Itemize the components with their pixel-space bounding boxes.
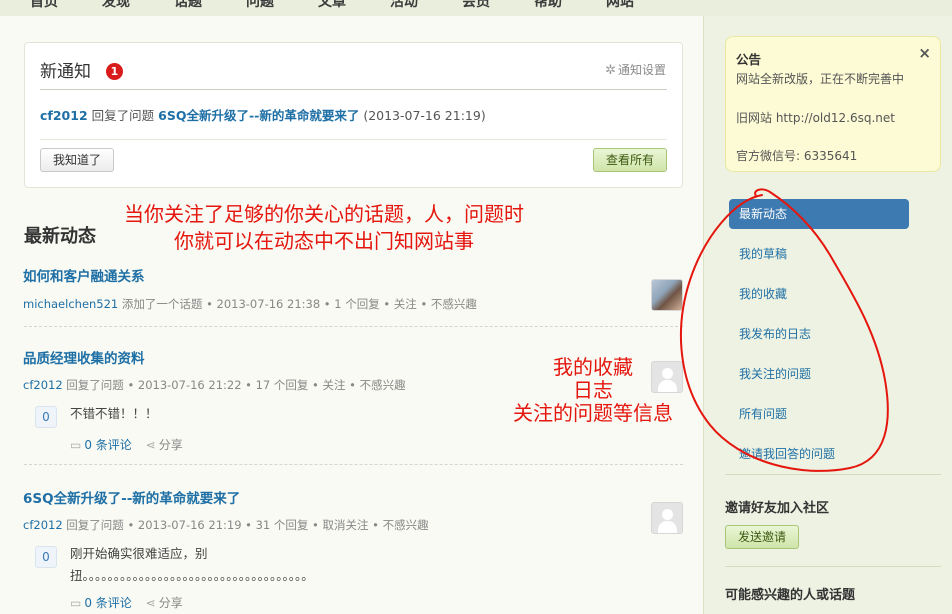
- feed-meta-text: 回复了问题 • 2013-07-16 21:22 • 17 个回复 • 关注 •…: [66, 378, 406, 392]
- avatar[interactable]: [651, 502, 683, 534]
- answer-actions: ▭ 0 条评论 ⋖ 分享: [70, 594, 183, 611]
- feed-meta-text: 回复了问题 • 2013-07-16 21:19 • 31 个回复 • 取消关注…: [66, 518, 429, 532]
- gear-icon: ✲: [605, 63, 616, 78]
- nav-items: 首页 发现 话题 问题 文章 活动 会员 帮助 网站: [30, 0, 634, 11]
- feed-user-link[interactable]: michaelchen521: [23, 297, 118, 311]
- divider: [40, 89, 667, 90]
- notification-action: 回复了问题: [91, 108, 155, 123]
- avatar[interactable]: [651, 279, 683, 311]
- answer-actions: ▭ 0 条评论 ⋖ 分享: [70, 436, 183, 453]
- announcement-box: 公告 × 网站全新改版，正在不断完善中 旧网站 http://old12.6sq…: [725, 36, 941, 172]
- sidebar-item-invited-questions[interactable]: 邀请我回答的问题: [729, 439, 909, 469]
- sidebar-item-favorites[interactable]: 我的收藏: [729, 279, 909, 309]
- notification-user-link[interactable]: cf2012: [40, 108, 88, 123]
- dismiss-button[interactable]: 我知道了: [40, 148, 114, 172]
- share-link[interactable]: ⋖ 分享: [146, 596, 183, 610]
- feed-section-title: 最新动态: [24, 226, 96, 247]
- vote-count[interactable]: 0: [35, 406, 57, 428]
- interest-heading: 可能感兴趣的人或话题: [725, 588, 856, 603]
- invite-heading: 邀请好友加入社区: [725, 501, 830, 516]
- vote-count[interactable]: 0: [35, 546, 57, 568]
- feed-item-title[interactable]: 6SQ全新升级了--新的革命就要来了: [23, 487, 240, 507]
- answer-line: 扭。。。。。。。。。。。。。。。。。。。。。。。。。。。。。。。。。。。。: [70, 568, 314, 583]
- annotation-line: 日志: [573, 378, 613, 402]
- nav-item[interactable]: 帮助: [534, 0, 562, 11]
- divider: [24, 326, 683, 327]
- feed-item-meta: cf2012 回复了问题 • 2013-07-16 21:22 • 17 个回复…: [23, 377, 406, 393]
- divider: [40, 139, 667, 140]
- share-link[interactable]: ⋖ 分享: [146, 438, 183, 452]
- nav-item[interactable]: 网站: [606, 0, 634, 11]
- announcement-line: 网站全新改版，正在不断完善中: [736, 72, 905, 86]
- comments-link[interactable]: 0 条评论: [84, 438, 131, 452]
- notification-count-badge: 1: [106, 63, 123, 80]
- notification-title: 新通知: [40, 62, 91, 82]
- nav-item[interactable]: 会员: [462, 0, 490, 11]
- feed-user-link[interactable]: cf2012: [23, 378, 63, 392]
- sidebar-item-my-posts[interactable]: 我发布的日志: [729, 319, 909, 349]
- sidebar-item-followed-questions[interactable]: 我关注的问题: [729, 359, 909, 389]
- comment-icon: ▭: [70, 438, 82, 452]
- answer-text: 刚开始确实很难适应，别 扭。。。。。。。。。。。。。。。。。。。。。。。。。。。…: [70, 543, 314, 587]
- feed-item-meta: michaelchen521 添加了一个话题 • 2013-07-16 21:3…: [23, 296, 477, 312]
- sidebar-item-drafts[interactable]: 我的草稿: [729, 239, 909, 269]
- divider: [725, 566, 941, 567]
- feed-user-link[interactable]: cf2012: [23, 518, 63, 532]
- notification-item: cf2012 回复了问题 6SQ全新升级了--新的革命就要来了 (2013-07…: [40, 105, 486, 124]
- feed-item-title[interactable]: 如何和客户融通关系: [23, 265, 145, 285]
- feed-item-meta: cf2012 回复了问题 • 2013-07-16 21:19 • 31 个回复…: [23, 517, 429, 533]
- nav-item[interactable]: 首页: [30, 0, 58, 11]
- annotation-note: 当你关注了足够的你关心的话题，人，问题时 你就可以在动态中不出门知网站事: [124, 201, 524, 255]
- avatar-placeholder-icon: [662, 509, 673, 520]
- sidebar: 公告 × 网站全新改版，正在不断完善中 旧网站 http://old12.6sq…: [703, 16, 952, 614]
- announcement-line: 旧网站 http://old12.6sq.net: [736, 111, 895, 125]
- divider: [725, 474, 941, 475]
- annotation-line: 关注的问题等信息: [513, 401, 673, 425]
- view-all-button[interactable]: 查看所有: [593, 148, 667, 172]
- nav-item[interactable]: 发现: [102, 0, 130, 11]
- notification-settings-label: 通知设置: [617, 63, 666, 77]
- answer-text: 不错不错！！！: [70, 406, 158, 421]
- notification-card: 新通知 1 ✲ 通知设置 cf2012 回复了问题 6SQ全新升级了--新的革命就…: [24, 42, 683, 188]
- divider: [24, 464, 683, 465]
- feed-meta-text: 添加了一个话题 • 2013-07-16 21:38 • 1 个回复 • 关注 …: [121, 297, 477, 311]
- nav-item[interactable]: 话题: [174, 0, 202, 11]
- main-content: 新通知 1 ✲ 通知设置 cf2012 回复了问题 6SQ全新升级了--新的革命就…: [0, 16, 703, 614]
- close-icon[interactable]: ×: [918, 44, 931, 62]
- comments-link[interactable]: 0 条评论: [84, 596, 131, 610]
- annotation-line: 我的收藏: [553, 355, 633, 379]
- comment-icon: ▭: [70, 596, 82, 610]
- sidebar-item-latest[interactable]: 最新动态: [729, 199, 909, 229]
- share-icon: ⋖: [145, 438, 156, 452]
- nav-item[interactable]: 活动: [390, 0, 418, 11]
- notification-settings-link[interactable]: ✲ 通知设置: [605, 61, 666, 78]
- send-invite-button[interactable]: 发送邀请: [725, 525, 799, 549]
- annotation-line: 你就可以在动态中不出门知网站事: [174, 229, 474, 253]
- top-navigation: 首页 发现 话题 问题 文章 活动 会员 帮助 网站: [0, 0, 952, 16]
- annotation-line: 当你关注了足够的你关心的话题，人，问题时: [124, 202, 524, 226]
- share-icon: ⋖: [145, 596, 156, 610]
- answer-line: 刚开始确实很难适应，别: [70, 546, 208, 561]
- announcement-title: 公告: [736, 52, 762, 67]
- notification-question-link[interactable]: 6SQ全新升级了--新的革命就要来了: [158, 108, 359, 123]
- announcement-line: 官方微信号: 6335641: [736, 149, 858, 163]
- nav-item[interactable]: 文章: [318, 0, 346, 11]
- nav-item[interactable]: 问题: [246, 0, 274, 11]
- notification-time: (2013-07-16 21:19): [363, 108, 486, 123]
- annotation-note: 我的收藏 日志 关注的问题等信息: [493, 356, 693, 425]
- feed-item-title[interactable]: 品质经理收集的资料: [23, 347, 145, 367]
- sidebar-item-all-questions[interactable]: 所有问题: [729, 399, 909, 429]
